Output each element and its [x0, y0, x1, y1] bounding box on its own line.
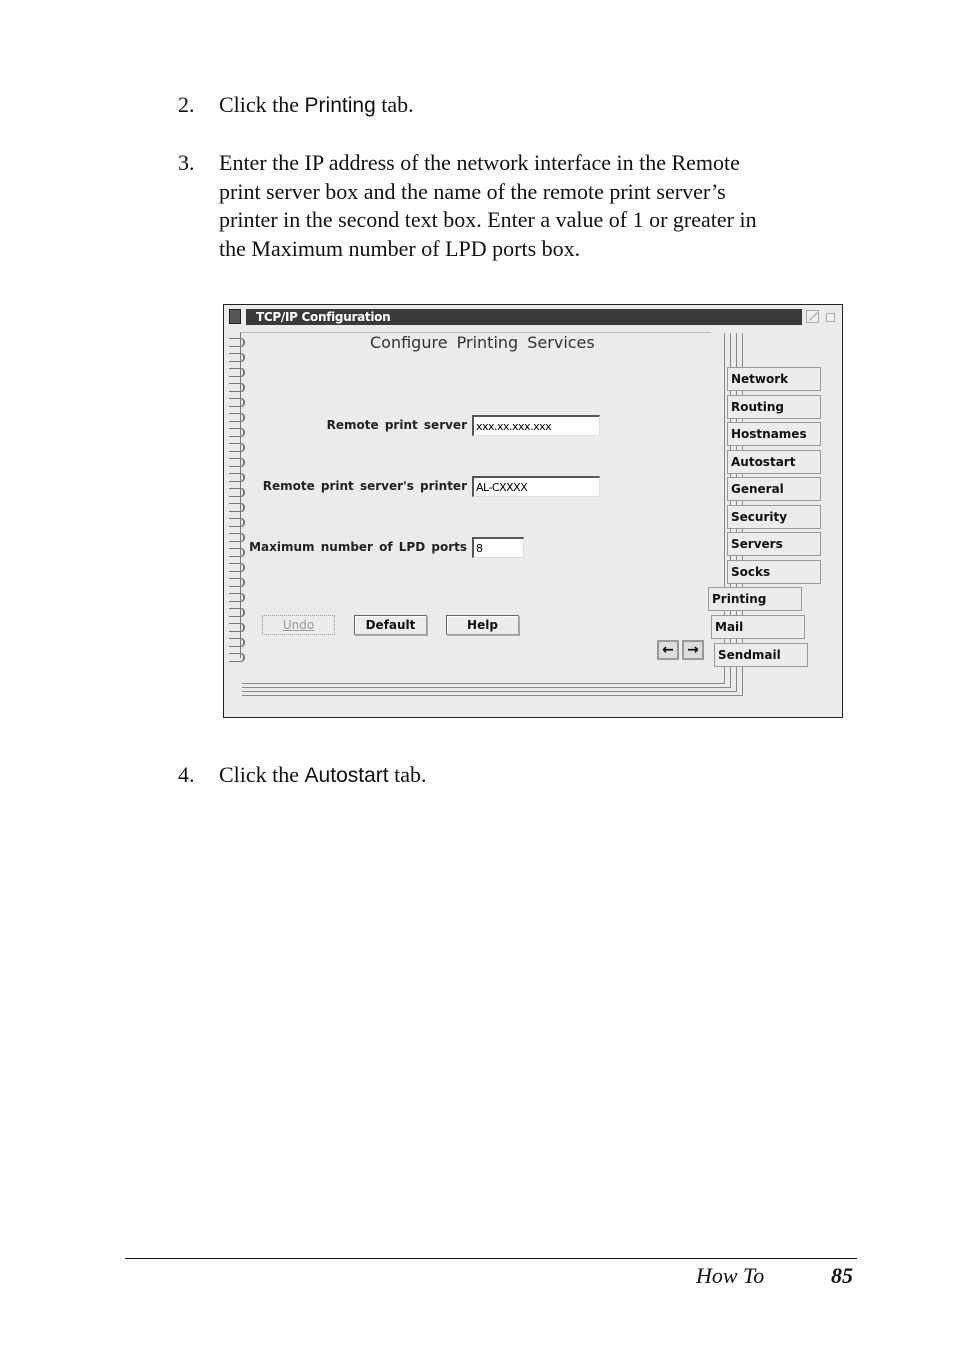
window-title: TCP/IP Configuration	[256, 310, 391, 324]
notebook-rings	[229, 338, 247, 662]
restore-icon[interactable]	[826, 313, 835, 322]
page-number: 85	[831, 1263, 853, 1288]
remote-print-server-input[interactable]: xxx.xx.xxx.xxx	[472, 415, 600, 436]
ui-term-printing: Printing	[304, 94, 376, 117]
tab-servers[interactable]: Servers	[727, 532, 821, 556]
maximize-icon[interactable]	[806, 310, 819, 323]
tab-hostnames[interactable]: Hostnames	[727, 422, 821, 446]
step-line: Enter the IP address of the network inte…	[219, 150, 740, 175]
remote-printer-label: Remote print server's printer	[262, 479, 467, 493]
remote-print-server-label: Remote print server	[326, 418, 467, 432]
footer-rule	[125, 1258, 857, 1259]
tab-socks[interactable]: Socks	[727, 560, 821, 584]
tcpip-config-window: TCP/IP Configuration Configure Printing …	[223, 304, 843, 718]
tab-general[interactable]: General	[727, 477, 821, 501]
notebook-system-icon[interactable]	[229, 309, 241, 324]
step-line: printer in the second text box. Enter a …	[219, 207, 757, 232]
default-label: Default	[365, 618, 416, 632]
footer-section-title: How To	[696, 1263, 765, 1288]
tab-sendmail[interactable]: Sendmail	[714, 643, 808, 667]
tab-network[interactable]: Network	[727, 367, 821, 391]
title-bar[interactable]: TCP/IP Configuration	[246, 309, 802, 325]
step-text-part: Click the	[219, 762, 305, 787]
step-text: Click the Printing tab.	[219, 91, 414, 121]
step-line: print server box and the name of the rem…	[219, 178, 726, 204]
default-button[interactable]: Default	[354, 615, 427, 635]
next-page-arrow-icon[interactable]: →	[682, 640, 704, 660]
remote-printer-input[interactable]: AL-CXXXX	[472, 476, 600, 497]
tab-autostart[interactable]: Autostart	[727, 450, 821, 474]
help-button[interactable]: Help	[446, 615, 519, 635]
step-number: 3.	[178, 150, 195, 175]
tab-printing[interactable]: Printing	[708, 587, 802, 611]
step-text: Click the Autostart tab.	[219, 761, 426, 791]
page-heading: Configure Printing Services	[370, 333, 595, 352]
ui-term-autostart: Autostart	[304, 764, 389, 787]
step-text-part: tab.	[388, 762, 427, 787]
step-number: 4.	[178, 762, 195, 787]
step-text-part: tab.	[375, 92, 414, 117]
step-text-part: Click the	[219, 92, 305, 117]
undo-button[interactable]: Undo	[262, 615, 335, 635]
tab-routing[interactable]: Routing	[727, 395, 821, 419]
max-lpd-ports-label: Maximum number of LPD ports	[249, 540, 467, 554]
help-label: Help	[467, 618, 498, 632]
prev-page-arrow-icon[interactable]: ←	[657, 640, 679, 660]
step-number: 2.	[178, 92, 195, 117]
tab-security[interactable]: Security	[727, 505, 821, 529]
undo-label: Undo	[282, 618, 315, 632]
tab-mail[interactable]: Mail	[711, 615, 805, 639]
max-lpd-ports-input[interactable]: 8	[472, 537, 524, 558]
step-line: the Maximum number of LPD ports box.	[219, 235, 581, 261]
